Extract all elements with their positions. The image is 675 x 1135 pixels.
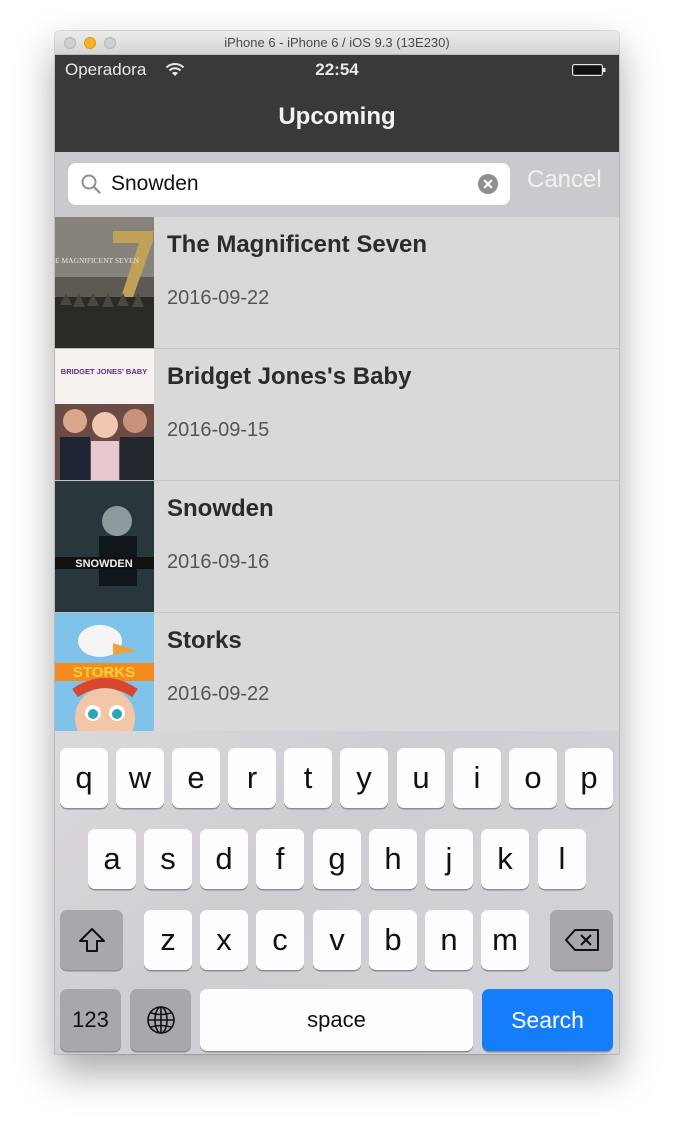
movie-title: Snowden: [167, 495, 274, 522]
key-x[interactable]: x: [200, 910, 248, 970]
key-n[interactable]: n: [425, 910, 473, 970]
key-u[interactable]: u: [397, 748, 445, 808]
list-item[interactable]: BRIDGET JONES' BABY Bridget Jones's Baby…: [55, 349, 619, 481]
key-j[interactable]: j: [425, 829, 473, 889]
key-m[interactable]: m: [481, 910, 529, 970]
movie-title: Bridget Jones's Baby: [167, 363, 412, 390]
list-item[interactable]: STORKS Storks 2016-09-22: [55, 613, 619, 732]
key-e[interactable]: e: [172, 748, 220, 808]
movie-poster: STORKS: [55, 613, 154, 732]
backspace-key[interactable]: [550, 910, 613, 970]
backspace-icon: [564, 929, 599, 951]
key-o[interactable]: o: [509, 748, 557, 808]
key-a[interactable]: a: [88, 829, 136, 889]
search-bar: Cancel: [55, 152, 619, 217]
movie-poster: THE MAGNIFICENT SEVEN: [55, 217, 154, 348]
movie-release-date: 2016-09-22: [167, 683, 270, 705]
search-key[interactable]: Search: [482, 989, 613, 1051]
space-key[interactable]: space: [200, 989, 473, 1051]
key-h[interactable]: h: [369, 829, 417, 889]
poster-text: THE MAGNIFICENT SEVEN: [55, 256, 140, 265]
movie-release-date: 2016-09-16: [167, 551, 270, 573]
search-input[interactable]: [111, 163, 471, 205]
list-item[interactable]: SNOWDEN Snowden 2016-09-16: [55, 481, 619, 613]
list-item[interactable]: THE MAGNIFICENT SEVEN The Magnificent Se…: [55, 217, 619, 349]
movie-title: Storks: [167, 627, 242, 654]
page-title: Upcoming: [278, 103, 396, 130]
key-f[interactable]: f: [256, 829, 304, 889]
window-title: iPhone 6 - iPhone 6 / iOS 9.3 (13E230): [224, 35, 450, 50]
key-l[interactable]: l: [538, 829, 586, 889]
keyboard: q w e r t y u i o p a s d f g h j k l z …: [55, 731, 619, 1054]
movie-title: The Magnificent Seven: [167, 231, 428, 258]
movie-list: THE MAGNIFICENT SEVEN The Magnificent Se…: [55, 217, 619, 732]
key-d[interactable]: d: [200, 829, 248, 889]
numbers-key[interactable]: 123: [60, 989, 121, 1051]
key-b[interactable]: b: [369, 910, 417, 970]
key-t[interactable]: t: [284, 748, 332, 808]
key-v[interactable]: v: [313, 910, 361, 970]
battery-icon: [572, 64, 606, 76]
key-i[interactable]: i: [453, 748, 501, 808]
key-k[interactable]: k: [481, 829, 529, 889]
key-p[interactable]: p: [565, 748, 613, 808]
status-time: 22:54: [315, 60, 359, 79]
key-z[interactable]: z: [144, 910, 192, 970]
movie-poster: SNOWDEN: [55, 481, 154, 612]
key-g[interactable]: g: [313, 829, 361, 889]
globe-key[interactable]: [130, 989, 191, 1051]
shift-icon: [78, 928, 105, 952]
key-r[interactable]: r: [228, 748, 276, 808]
poster-text: BRIDGET JONES' BABY: [61, 367, 147, 376]
movie-poster: BRIDGET JONES' BABY: [55, 349, 154, 480]
phone-screen: Operadora 22:54 Upcoming Snowden Cancel …: [55, 55, 619, 1054]
search-icon: [81, 174, 101, 194]
movie-release-date: 2016-09-22: [167, 287, 270, 309]
simulator-window: iPhone 6 - iPhone 6 / iOS 9.3 (13E230) O…: [55, 31, 619, 1054]
search-field[interactable]: [68, 163, 510, 205]
globe-icon: [146, 1006, 175, 1034]
key-q[interactable]: q: [60, 748, 108, 808]
shift-key[interactable]: [60, 910, 123, 970]
poster-text: SNOWDEN: [75, 558, 133, 570]
key-y[interactable]: y: [340, 748, 388, 808]
key-c[interactable]: c: [256, 910, 304, 970]
window-titlebar: iPhone 6 - iPhone 6 / iOS 9.3 (13E230): [55, 31, 619, 55]
key-w[interactable]: w: [116, 748, 164, 808]
clear-search-icon[interactable]: [477, 173, 499, 195]
navigation-bar: Operadora 22:54 Upcoming: [55, 55, 619, 152]
movie-release-date: 2016-09-15: [167, 419, 270, 441]
key-s[interactable]: s: [144, 829, 192, 889]
cancel-button[interactable]: Cancel: [527, 166, 602, 194]
